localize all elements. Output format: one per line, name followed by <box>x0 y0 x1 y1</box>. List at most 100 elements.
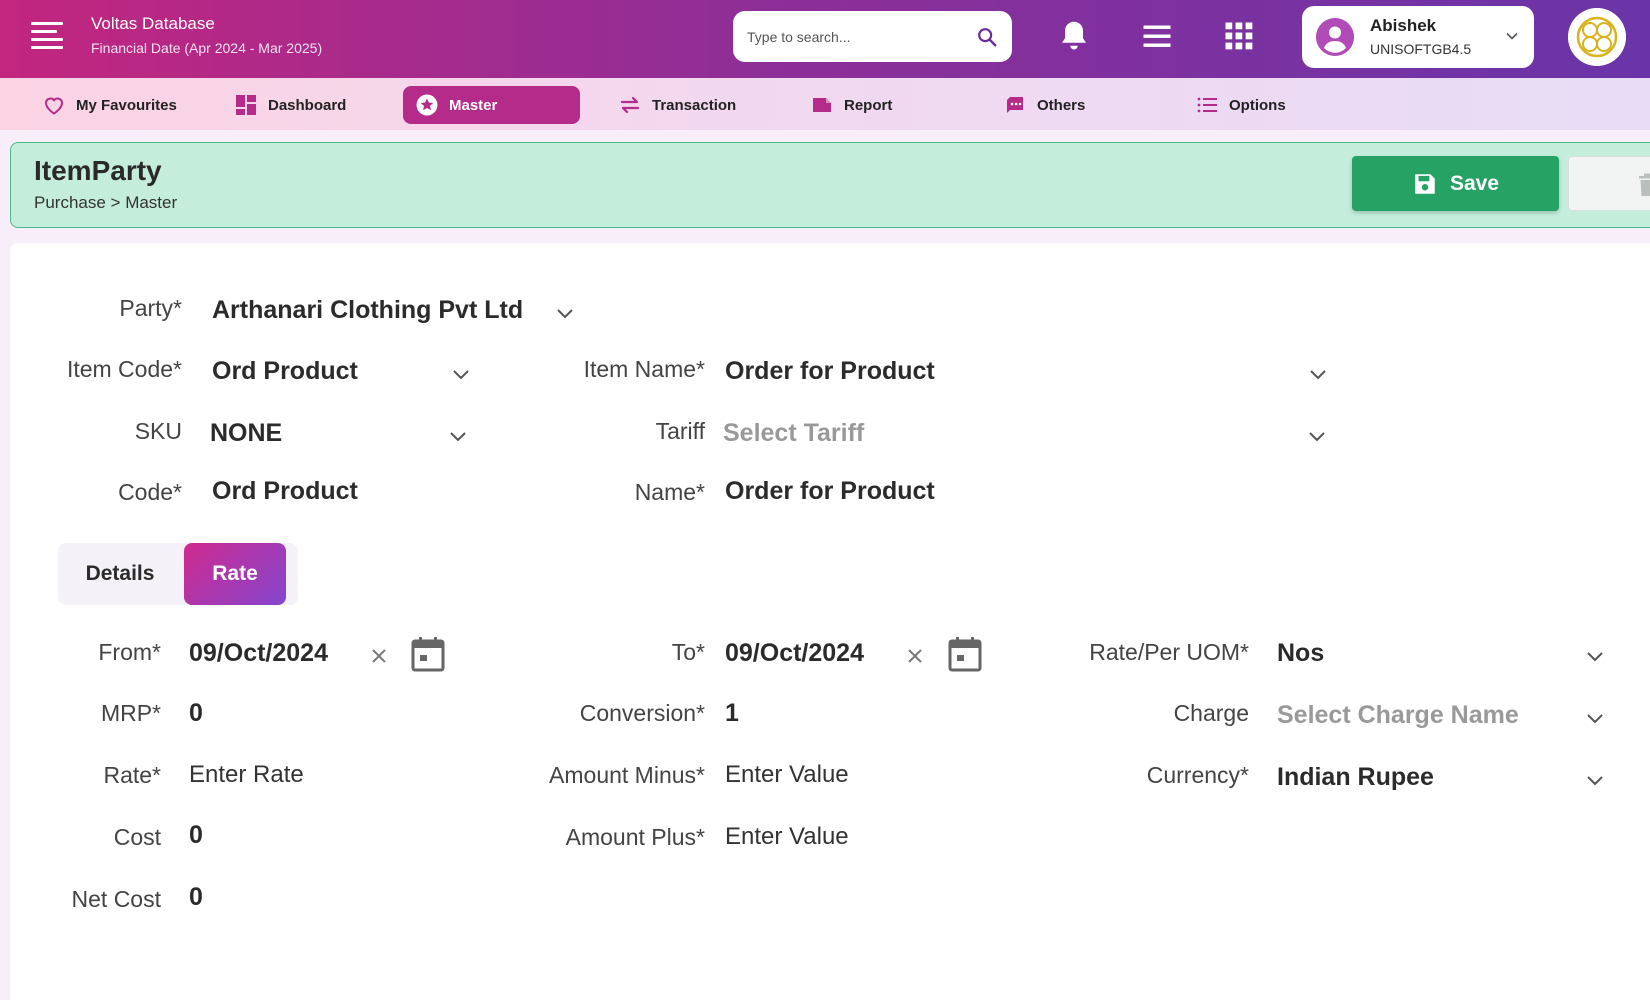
name-field[interactable]: Order for Product <box>725 477 935 506</box>
chevron-down-icon[interactable] <box>1584 645 1606 667</box>
list-menu-icon[interactable] <box>1139 18 1175 54</box>
nav-label: Master <box>449 96 498 114</box>
nav-my-favourites[interactable]: My Favourites <box>30 86 189 124</box>
user-code: UNISOFTGB4.5 <box>1370 41 1472 57</box>
nav-dashboard[interactable]: Dashboard <box>222 86 358 124</box>
cost-label: Cost <box>113 824 161 850</box>
chevron-down-icon[interactable] <box>554 302 576 324</box>
item-name-label: Item Name* <box>583 356 705 382</box>
from-label: From* <box>98 639 161 665</box>
tab-details[interactable]: Details <box>58 543 182 605</box>
nav-transaction[interactable]: Transaction <box>606 86 748 124</box>
sku-select[interactable]: NONE <box>210 419 282 448</box>
breadcrumb: Purchase > Master <box>34 193 178 212</box>
item-name-select[interactable]: Order for Product <box>725 357 935 386</box>
charge-label: Charge <box>1173 700 1249 726</box>
sku-label: SKU <box>134 418 182 444</box>
code-field[interactable]: Ord Product <box>212 477 358 506</box>
hamburger-icon[interactable] <box>31 22 63 50</box>
party-label: Party* <box>119 295 182 321</box>
tab-rate[interactable]: Rate <box>184 543 286 605</box>
net-cost-label: Net Cost <box>71 886 161 912</box>
save-label: Save <box>1449 171 1500 195</box>
chevron-down-icon[interactable] <box>447 425 469 447</box>
user-menu[interactable]: Abishek UNISOFTGB4.5 <box>1302 6 1534 68</box>
to-label: To* <box>671 639 705 665</box>
party-select[interactable]: Arthanari Clothing Pvt Ltd <box>212 296 523 325</box>
chevron-down-icon[interactable] <box>1307 363 1329 385</box>
swap-arrows-icon <box>620 96 640 114</box>
detail-tabs: Details Rate <box>58 543 298 605</box>
nav-label: Transaction <box>652 96 737 114</box>
chevron-down-icon <box>1506 32 1518 40</box>
page-title: ItemParty <box>34 155 162 186</box>
cost-field[interactable]: 0 <box>189 821 203 850</box>
apps-grid-icon[interactable] <box>1221 18 1257 54</box>
uom-label: Rate/Per UOM* <box>1089 639 1249 665</box>
close-icon[interactable] <box>906 647 924 665</box>
search-icon[interactable] <box>976 26 998 48</box>
floppy-disk-icon <box>1415 173 1435 194</box>
nav-options[interactable]: Options <box>1183 86 1298 124</box>
options-list-icon <box>1197 97 1217 113</box>
item-code-label: Item Code* <box>66 356 182 382</box>
chat-icon <box>1007 97 1023 113</box>
bell-icon[interactable] <box>1056 18 1092 54</box>
chevron-down-icon[interactable] <box>1584 769 1606 791</box>
nav-report[interactable]: Report <box>798 86 904 124</box>
from-date-field[interactable]: 09/Oct/2024 <box>189 639 328 668</box>
nav-label: Options <box>1229 96 1286 114</box>
save-button[interactable]: Save <box>1352 156 1559 211</box>
company-logo <box>1568 8 1626 66</box>
item-code-select[interactable]: Ord Product <box>212 357 358 386</box>
calendar-icon[interactable] <box>411 636 445 672</box>
search-input[interactable] <box>747 25 967 49</box>
heart-icon <box>44 97 64 115</box>
chevron-down-icon[interactable] <box>450 363 472 385</box>
conversion-field[interactable]: 1 <box>725 699 739 728</box>
amount-minus-input[interactable]: Enter Value <box>725 761 849 789</box>
main-nav: My Favourites Dashboard Master Transacti… <box>0 78 1650 130</box>
trash-icon <box>1639 173 1650 196</box>
avatar <box>1316 18 1354 56</box>
nav-label: My Favourites <box>76 96 177 114</box>
close-icon[interactable] <box>370 647 388 665</box>
chevron-down-icon[interactable] <box>1306 425 1328 447</box>
page-header: ItemParty Purchase > Master Save <box>10 142 1650 228</box>
rate-label: Rate* <box>103 762 161 788</box>
tariff-select[interactable]: Select Tariff <box>723 419 864 448</box>
chevron-down-icon[interactable] <box>1584 707 1606 729</box>
app-title: Voltas Database <box>91 14 215 33</box>
currency-label: Currency* <box>1146 762 1249 788</box>
search-box <box>733 11 1012 62</box>
dashboard-icon <box>236 95 256 115</box>
mrp-label: MRP* <box>100 700 161 726</box>
to-date-field[interactable]: 09/Oct/2024 <box>725 639 864 668</box>
nav-master[interactable]: Master <box>403 86 580 124</box>
rate-input[interactable]: Enter Rate <box>189 761 304 789</box>
nav-others[interactable]: Others <box>991 86 1097 124</box>
financial-date: Financial Date (Apr 2024 - Mar 2025) <box>91 40 323 56</box>
tariff-label: Tariff <box>655 418 705 444</box>
top-header: Voltas Database Financial Date (Apr 2024… <box>0 0 1650 78</box>
nav-label: Others <box>1037 96 1086 114</box>
report-icon <box>813 98 831 112</box>
net-cost-field[interactable]: 0 <box>189 883 203 912</box>
form-panel: Party* Arthanari Clothing Pvt Ltd Item C… <box>10 243 1650 1000</box>
amount-plus-label: Amount Plus* <box>565 824 705 850</box>
user-name: Abishek <box>1370 16 1437 35</box>
nav-label: Report <box>844 96 893 114</box>
conversion-label: Conversion* <box>579 700 705 726</box>
nav-label: Dashboard <box>268 96 347 114</box>
amount-plus-input[interactable]: Enter Value <box>725 823 849 851</box>
amount-minus-label: Amount Minus* <box>549 762 705 788</box>
delete-button[interactable] <box>1568 156 1650 211</box>
code-label: Code* <box>118 479 182 505</box>
currency-select[interactable]: Indian Rupee <box>1277 763 1434 792</box>
calendar-icon[interactable] <box>948 636 982 672</box>
charge-select[interactable]: Select Charge Name <box>1277 701 1519 730</box>
mrp-field[interactable]: 0 <box>189 699 203 728</box>
uom-select[interactable]: Nos <box>1277 639 1324 668</box>
star-badge-icon <box>416 94 438 116</box>
name-label: Name* <box>634 479 705 505</box>
